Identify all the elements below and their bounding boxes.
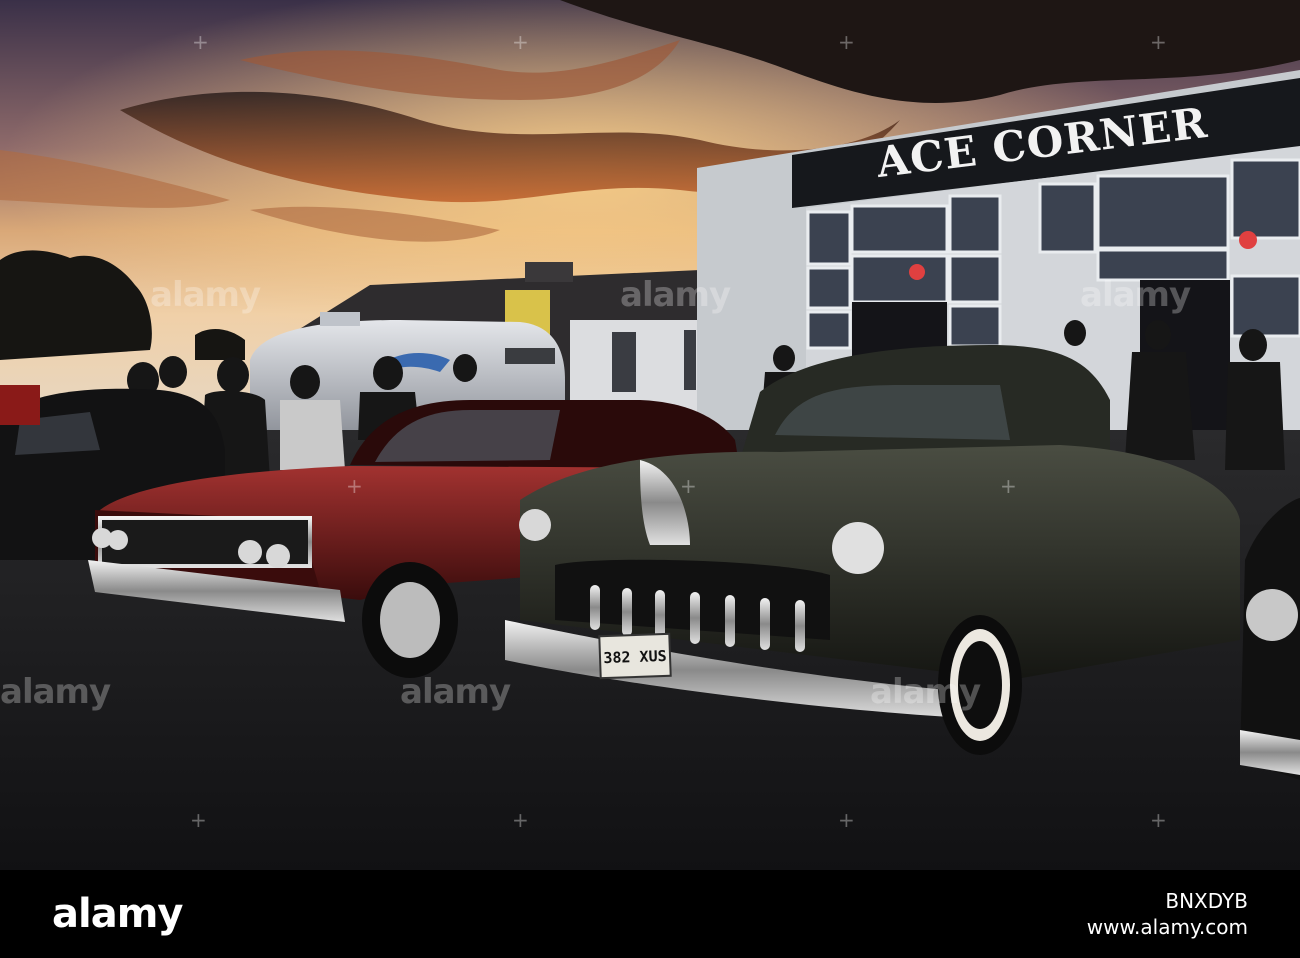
photo-frame: ACE CORNER 382 XUS alamy alamy alamy ala… [0, 0, 1300, 958]
image-id: BNXDYB [1165, 889, 1248, 913]
image-id-block: BNXDYB www.alamy.com [1087, 888, 1248, 940]
site-url: www.alamy.com [1086, 915, 1248, 939]
stock-logo: alamy [52, 891, 183, 937]
stock-footer-bar: alamy BNXDYB www.alamy.com [0, 870, 1300, 958]
license-plate: 382 XUS [603, 646, 667, 668]
